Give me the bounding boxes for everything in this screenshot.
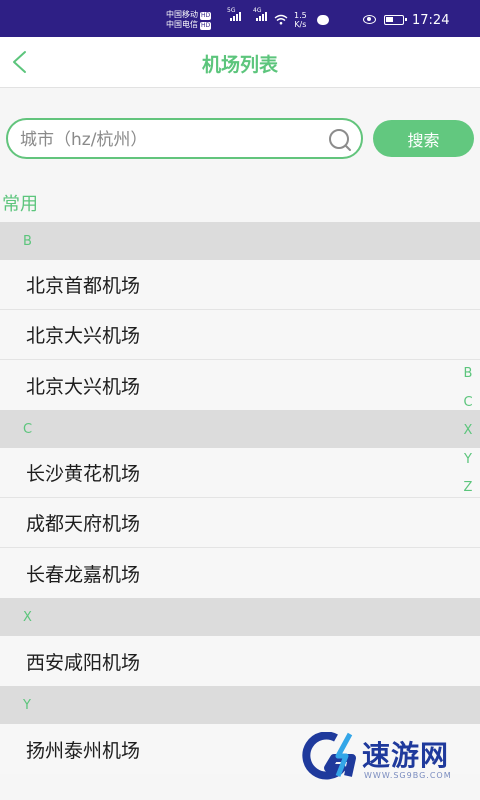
wifi-icon (274, 14, 288, 25)
search-icon[interactable] (326, 128, 352, 152)
carrier-1: 中国移动 (166, 10, 198, 19)
list-item[interactable]: 北京首都机场 (0, 260, 480, 310)
watermark-text: 速游网 (362, 739, 450, 772)
carrier-2: 中国电信 (166, 20, 198, 29)
notification-icon (317, 15, 329, 25)
list-item[interactable]: 北京大兴机场 (0, 310, 480, 360)
index-letter-y[interactable]: Y (458, 446, 478, 475)
network-type: 4G (253, 7, 262, 14)
watermark-url: WWW.SG9BG.COM (364, 771, 452, 780)
carrier-info: 中国移动 HD 中国电信 HD (166, 10, 212, 30)
section-header-c: C (0, 410, 480, 448)
battery-icon (384, 15, 407, 25)
network-speed: 1.5 K/s (294, 11, 307, 29)
index-letter-x[interactable]: X (458, 417, 478, 446)
speed-value: 1.5 (294, 11, 307, 20)
search-input[interactable] (18, 126, 322, 154)
status-bar: 中国移动 HD 中国电信 HD 5G 4G 1.5 K/s 17:24 (0, 0, 480, 37)
section-header-b: B (0, 222, 480, 260)
common-label: 常用 (2, 194, 38, 215)
alphabet-index[interactable]: B C X Y Z (458, 360, 478, 503)
index-letter-c[interactable]: C (458, 389, 478, 418)
list-item[interactable]: 长春龙嘉机场 (0, 548, 480, 598)
network-type: 5G (227, 7, 236, 14)
watermark-logo-icon (302, 732, 356, 780)
speed-unit: K/s (294, 20, 307, 29)
list-item[interactable]: 长沙黄花机场 (0, 448, 480, 498)
list-item[interactable]: 成都天府机场 (0, 498, 480, 548)
index-letter-z[interactable]: Z (458, 474, 478, 503)
section-header-y: Y (0, 686, 480, 724)
app-header: 机场列表 (0, 37, 480, 88)
signal-icon: 5G (227, 7, 241, 21)
clock: 17:24 (412, 13, 450, 28)
search-button[interactable]: 搜索 (373, 120, 474, 157)
search-box (6, 118, 363, 159)
watermark: 速游网 WWW.SG9BG.COM (298, 730, 468, 790)
index-letter-b[interactable]: B (458, 360, 478, 389)
airport-list[interactable]: B 北京首都机场 北京大兴机场 北京大兴机场 C 长沙黄花机场 成都天府机场 长… (0, 222, 480, 774)
eye-icon (363, 15, 376, 24)
hd-badge: HD (200, 12, 212, 20)
list-item[interactable]: 西安咸阳机场 (0, 636, 480, 686)
section-header-x: X (0, 598, 480, 636)
hd-badge: HD (200, 22, 212, 30)
page-title: 机场列表 (201, 54, 278, 76)
list-item[interactable]: 北京大兴机场 (0, 360, 480, 410)
signal-icon: 4G (253, 7, 267, 21)
